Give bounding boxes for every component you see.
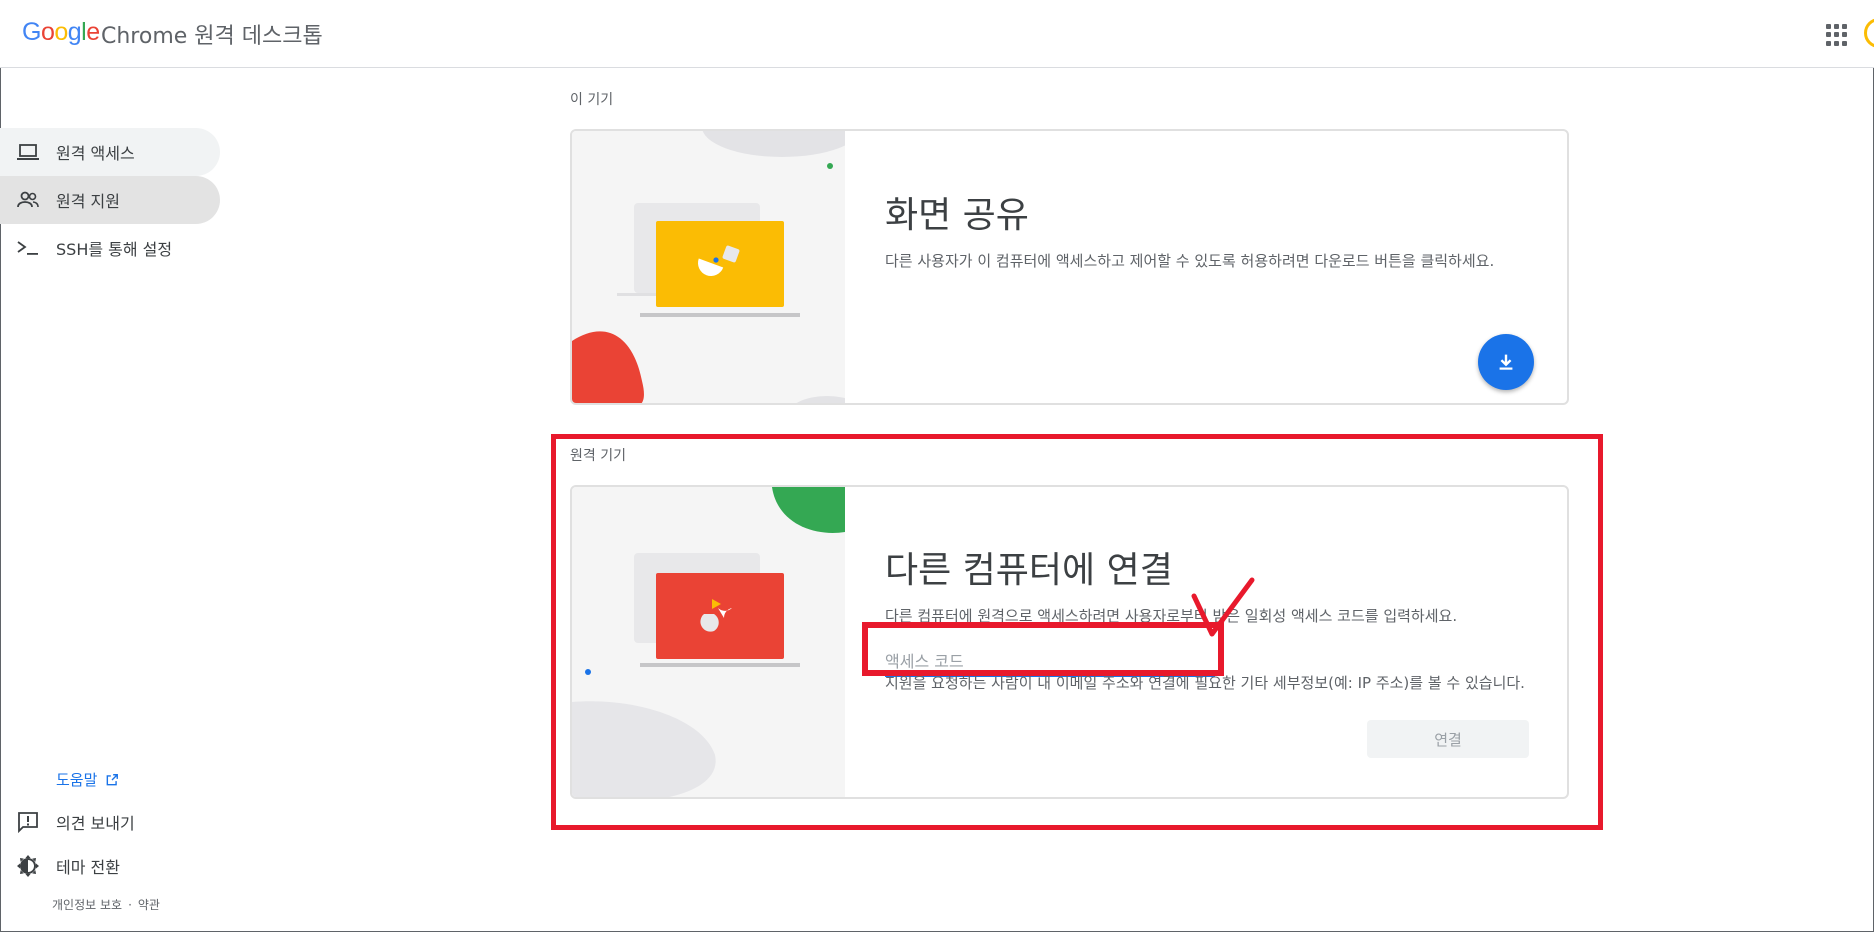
sidebar-item-remote-support[interactable]: 원격 지원: [0, 176, 220, 224]
annotation-input-highlight: [862, 622, 1224, 676]
terminal-icon: [17, 241, 38, 255]
theme-toggle-button[interactable]: 테마 전환: [0, 850, 220, 882]
people-icon: [17, 191, 39, 208]
download-icon: [1499, 354, 1513, 370]
share-screen-description: 다른 사용자가 이 컴퓨터에 액세스하고 제어할 수 있도록 허용하려면 다운로…: [885, 252, 1495, 270]
laptop-icon: [17, 144, 39, 160]
share-illustration-graphic: [572, 131, 845, 403]
feedback-icon: [18, 812, 38, 834]
privacy-link[interactable]: 개인정보 보호: [52, 898, 122, 912]
open-in-new-icon: [107, 773, 119, 785]
download-button[interactable]: [1478, 334, 1534, 390]
sidebar-item-label: 원격 액세스: [56, 144, 135, 163]
share-screen-card: 화면 공유 다른 사용자가 이 컴퓨터에 액세스하고 제어할 수 있도록 허용하…: [570, 129, 1569, 405]
theme-icon: [17, 855, 39, 877]
sidebar-item-remote-access[interactable]: 원격 액세스: [0, 128, 220, 176]
annotation-checkmark-icon: [1191, 577, 1255, 637]
feedback-button[interactable]: 의견 보내기: [0, 806, 220, 838]
app-header: Google Chrome 원격 데스크톱: [0, 0, 1874, 68]
google-logo[interactable]: Google: [22, 18, 100, 47]
legal-links: 개인정보 보호 · 약관: [52, 898, 160, 912]
share-screen-heading: 화면 공유: [885, 195, 1029, 236]
help-link[interactable]: 도움말: [56, 769, 119, 790]
this-device-section-title: 이 기기: [570, 92, 614, 108]
sidebar-item-ssh[interactable]: SSH를 통해 설정: [0, 224, 220, 272]
share-screen-illustration: [572, 131, 845, 403]
sidebar-item-label: 원격 지원: [56, 192, 120, 211]
app-title: Chrome 원격 데스크톱: [101, 24, 323, 49]
apps-grid-icon[interactable]: [1826, 24, 1848, 46]
terms-link[interactable]: 약관: [138, 898, 160, 912]
sidebar-item-label: SSH를 통해 설정: [56, 240, 173, 259]
account-avatar[interactable]: [1864, 18, 1874, 48]
